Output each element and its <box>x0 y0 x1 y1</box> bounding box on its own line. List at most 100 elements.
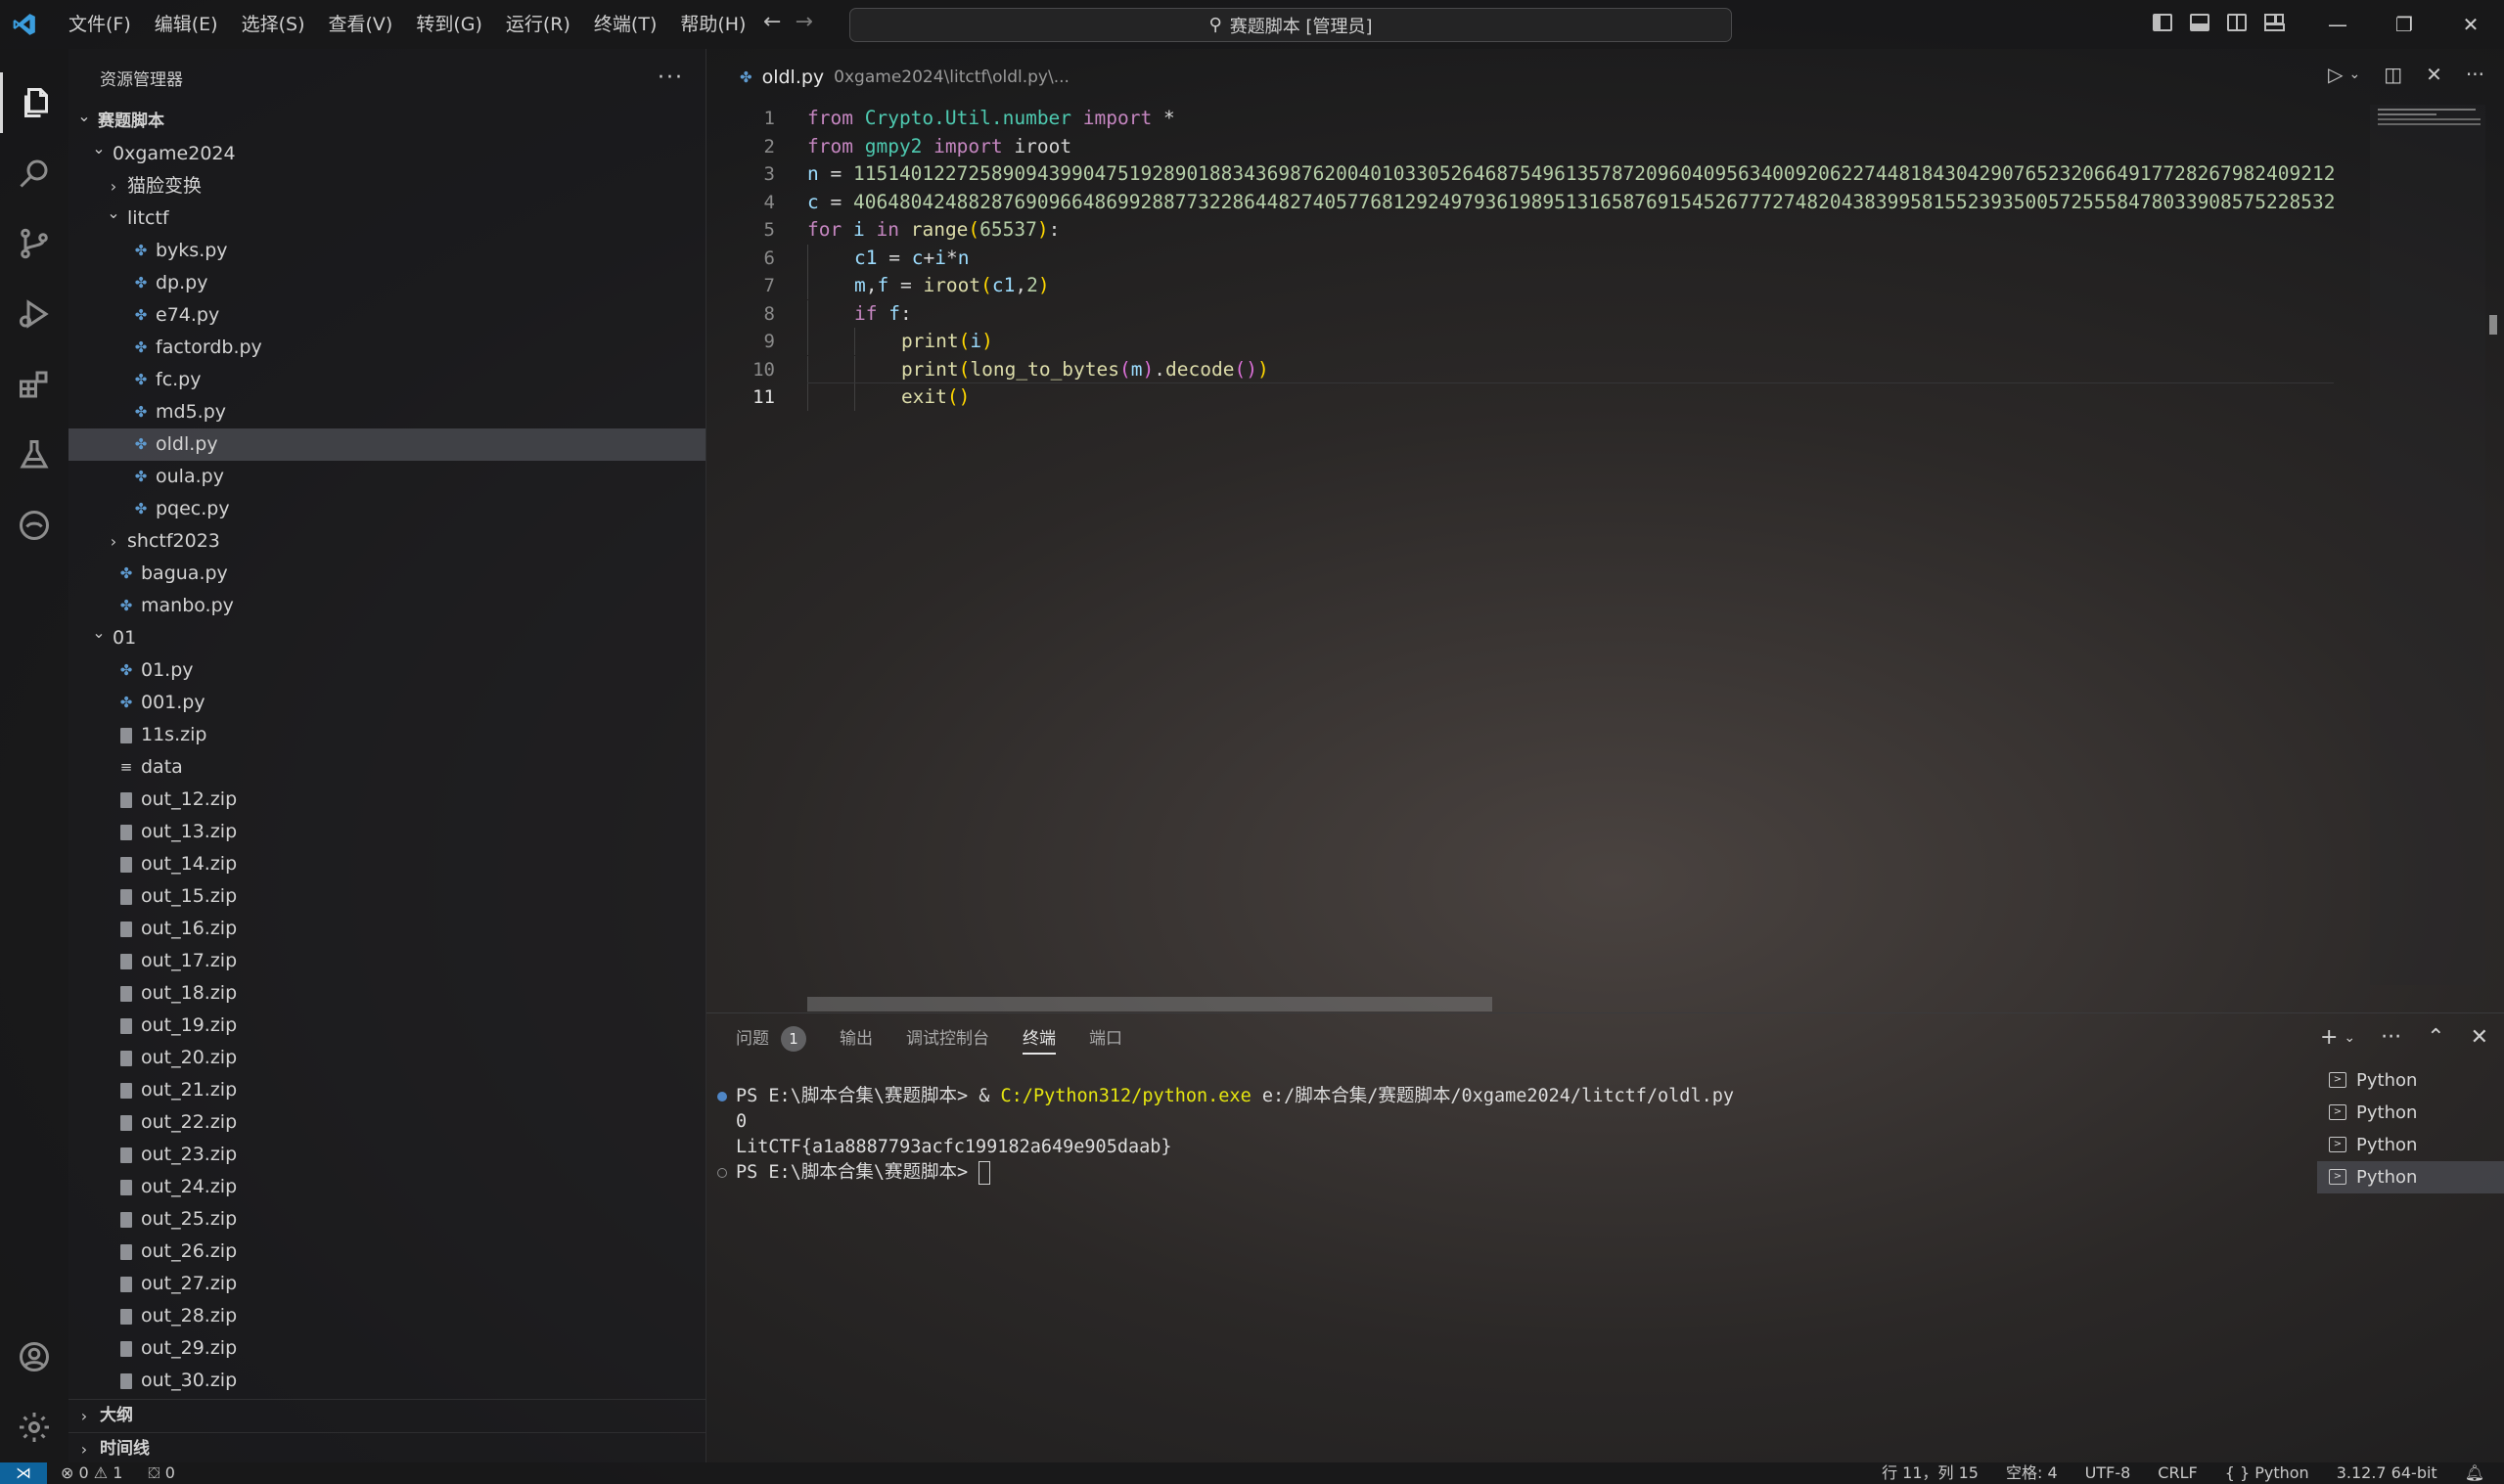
menu-item[interactable]: 选择(S) <box>230 0 317 49</box>
run-python-file-icon[interactable]: ▷ <box>2328 63 2343 86</box>
chevron-down-icon[interactable]: ⌄ <box>2344 1025 2355 1051</box>
terminal-output[interactable]: PS E:\脚本合集\赛题脚本> & C:/Python312/python.e… <box>706 1084 2301 1186</box>
menu-item[interactable]: 帮助(H) <box>668 0 757 49</box>
folder-item[interactable]: › shctf2023 <box>68 525 706 558</box>
file-item[interactable]: out_21.zip <box>68 1074 706 1106</box>
code-lines[interactable]: from Crypto.Util.number import * from gmp… <box>807 105 2334 412</box>
file-item[interactable]: ✤ md5.py <box>68 396 706 428</box>
code-editor[interactable]: 1 2 3 4 5 6 7 8 9 10 11 from Crypto.Util.number im… <box>706 105 2504 1012</box>
file-item[interactable]: out_26.zip <box>68 1236 706 1268</box>
explorer-icon[interactable] <box>0 72 68 133</box>
close-window-icon[interactable]: ✕ <box>2437 0 2504 49</box>
cursor-position[interactable]: 行 11，列 15 <box>1882 1462 1979 1484</box>
file-item[interactable]: out_12.zip <box>68 784 706 816</box>
editor-tab[interactable]: ✤ oldl.py 0xgame2024\litctf\oldl.py\... <box>706 49 1070 105</box>
folder-item[interactable]: ⌄ 01 <box>68 622 706 654</box>
settings-gear-icon[interactable] <box>0 1397 68 1458</box>
menu-item[interactable]: 运行(R) <box>494 0 582 49</box>
file-item[interactable]: out_16.zip <box>68 913 706 945</box>
file-item[interactable]: ✤ e74.py <box>68 299 706 332</box>
file-item[interactable]: ✤ byks.py <box>68 235 706 267</box>
search-icon[interactable] <box>0 143 68 203</box>
back-arrow-icon[interactable]: ← <box>763 10 781 34</box>
file-item[interactable]: out_24.zip <box>68 1171 706 1203</box>
outline-section[interactable]: › 大纲 <box>68 1399 706 1432</box>
more-actions-icon[interactable]: ··· <box>658 66 684 90</box>
more-actions-icon[interactable]: ··· <box>2381 1025 2401 1051</box>
file-item[interactable]: out_17.zip <box>68 945 706 977</box>
menu-item[interactable]: 编辑(E) <box>143 0 230 49</box>
menu-item[interactable]: 查看(V) <box>317 0 405 49</box>
split-editor-icon[interactable]: ◫ <box>2384 63 2402 86</box>
file-item[interactable]: out_19.zip <box>68 1010 706 1042</box>
notifications-bell-icon[interactable]: 🔔︎ <box>2465 1462 2484 1484</box>
panel-tab[interactable]: 端口 <box>1089 1013 1122 1064</box>
file-item[interactable]: out_13.zip <box>68 816 706 848</box>
account-icon[interactable] <box>0 1327 68 1387</box>
python-interpreter[interactable]: 3.12.7 64-bit <box>2337 1462 2437 1484</box>
folder-item[interactable]: › 猫脸变换 <box>68 170 706 202</box>
customize-layout-icon[interactable] <box>2264 14 2285 31</box>
file-item[interactable]: out_30.zip <box>68 1365 706 1397</box>
command-center[interactable]: ⚲ 赛题脚本 [管理员] <box>849 8 1732 42</box>
panel-tab[interactable]: 输出 <box>840 1013 873 1064</box>
file-item[interactable]: ✤ oula.py <box>68 461 706 493</box>
toggle-primary-sidebar-icon[interactable] <box>2153 14 2172 31</box>
remote-indicator-icon[interactable]: ⋊ <box>0 1462 47 1484</box>
panel-tab[interactable]: 问题 1 <box>736 1013 806 1064</box>
terminal-instance[interactable]: > Python <box>2317 1161 2504 1193</box>
timeline-section[interactable]: › 时间线 <box>68 1432 706 1465</box>
new-terminal-icon[interactable]: + <box>2320 1025 2338 1051</box>
restore-icon[interactable]: ❐ <box>2371 0 2437 49</box>
file-item[interactable]: out_14.zip <box>68 848 706 880</box>
chevron-down-icon[interactable]: ⌄ <box>2349 63 2361 86</box>
toggle-panel-icon[interactable] <box>2190 14 2209 31</box>
terminal-instance[interactable]: > Python <box>2317 1129 2504 1161</box>
menu-item[interactable]: 转到(G) <box>404 0 494 49</box>
remote-explorer-icon[interactable] <box>0 495 68 556</box>
file-item[interactable]: out_27.zip <box>68 1268 706 1300</box>
toggle-secondary-sidebar-icon[interactable] <box>2227 14 2247 31</box>
file-item[interactable]: ✤ dp.py <box>68 267 706 299</box>
minimize-icon[interactable]: — <box>2304 0 2371 49</box>
horizontal-scrollbar[interactable] <box>807 997 1492 1012</box>
menu-item[interactable]: 文件(F) <box>57 0 143 49</box>
file-item[interactable]: out_23.zip <box>68 1139 706 1171</box>
maximize-panel-icon[interactable]: ⌃ <box>2427 1025 2444 1051</box>
problems-status[interactable]: ⊗ 0 ⚠ 1 <box>61 1462 122 1484</box>
terminal-instance[interactable]: > Python <box>2317 1064 2504 1097</box>
vertical-scrollbar-thumb[interactable] <box>2489 315 2497 335</box>
file-item[interactable]: out_22.zip <box>68 1106 706 1139</box>
close-panel-icon[interactable]: ✕ <box>2471 1025 2488 1051</box>
file-item[interactable]: ✤ factordb.py <box>68 332 706 364</box>
ports-status[interactable]: ⛋ 0 <box>148 1462 174 1484</box>
panel-tab[interactable]: 调试控制台 <box>906 1013 989 1064</box>
source-control-icon[interactable] <box>0 213 68 274</box>
testing-icon[interactable] <box>0 425 68 485</box>
minimap[interactable] <box>2370 105 2485 985</box>
terminal-instance[interactable]: > Python <box>2317 1097 2504 1129</box>
file-item[interactable]: ≡ data <box>68 751 706 784</box>
menu-item[interactable]: 终端(T) <box>582 0 668 49</box>
close-editor-icon[interactable]: ✕ <box>2426 63 2442 86</box>
language-mode[interactable]: { } Python <box>2225 1462 2309 1484</box>
encoding[interactable]: UTF-8 <box>2085 1462 2131 1484</box>
folder-item[interactable]: ⌄ litctf <box>68 202 706 235</box>
file-item[interactable]: ✤ oldl.py <box>68 428 706 461</box>
file-item[interactable]: out_20.zip <box>68 1042 706 1074</box>
indentation[interactable]: 空格: 4 <box>2006 1462 2058 1484</box>
extensions-icon[interactable] <box>0 354 68 415</box>
file-item[interactable]: ✤ bagua.py <box>68 558 706 590</box>
file-item[interactable]: ✤ 01.py <box>68 654 706 687</box>
file-item[interactable]: out_25.zip <box>68 1203 706 1236</box>
file-item[interactable]: out_29.zip <box>68 1332 706 1365</box>
file-item[interactable]: ✤ manbo.py <box>68 590 706 622</box>
file-item[interactable]: ✤ fc.py <box>68 364 706 396</box>
end-of-line[interactable]: CRLF <box>2158 1462 2197 1484</box>
file-item[interactable]: ✤ pqec.py <box>68 493 706 525</box>
file-item[interactable]: out_18.zip <box>68 977 706 1010</box>
forward-arrow-icon[interactable]: → <box>795 10 812 34</box>
run-and-debug-icon[interactable] <box>0 284 68 344</box>
file-item[interactable]: out_28.zip <box>68 1300 706 1332</box>
file-item[interactable]: 11s.zip <box>68 719 706 751</box>
